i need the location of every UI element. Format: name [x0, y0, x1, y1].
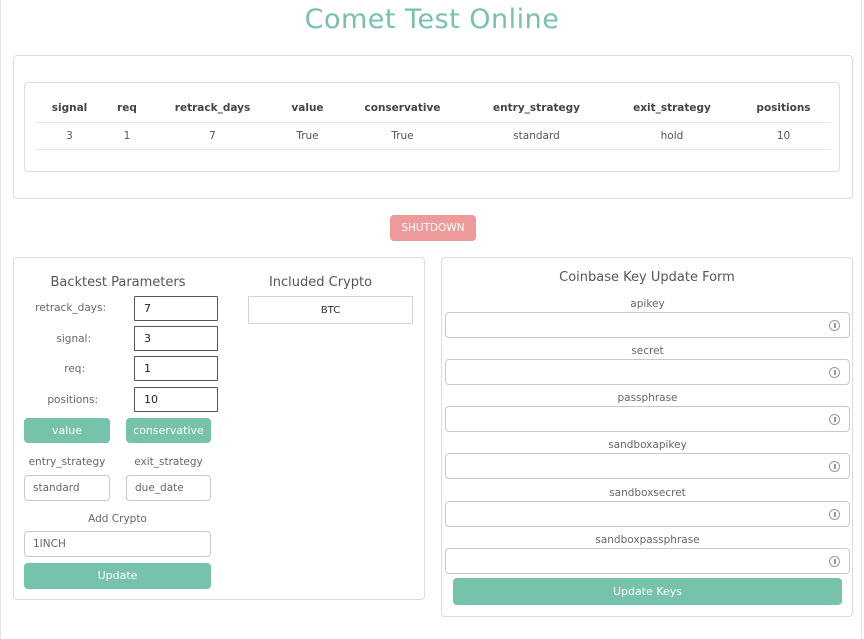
cell-value: True	[275, 121, 340, 150]
status-table: signal req retrack_days value conservati…	[35, 95, 831, 150]
sandbox-passphrase-input[interactable]	[445, 548, 850, 574]
coinbase-title: Coinbase Key Update Form	[559, 270, 735, 285]
col-retrack-days: retrack_days	[174, 102, 251, 115]
add-crypto-input[interactable]: 1INCH	[24, 531, 211, 557]
retrack-days-label: retrack_days:	[35, 302, 106, 314]
sandbox-passphrase-label: sandboxpassphrase	[595, 534, 700, 546]
status-table-card: signal req retrack_days value conservati…	[24, 82, 840, 172]
update-keys-button[interactable]: Update Keys	[453, 578, 842, 605]
passphrase-label: passphrase	[617, 392, 678, 404]
password-reveal-icon[interactable]	[829, 320, 840, 331]
secret-input[interactable]	[445, 359, 850, 385]
col-value: value	[291, 102, 324, 115]
sandbox-secret-label: sandboxsecret	[609, 487, 686, 499]
included-crypto-title: Included Crypto	[268, 275, 373, 290]
conservative-toggle-button[interactable]: conservative	[126, 418, 211, 443]
positions-label: positions:	[47, 394, 98, 406]
passphrase-input[interactable]	[445, 406, 850, 432]
retrack-days-input[interactable]: 7	[134, 296, 218, 321]
table-header-row: signal req retrack_days value conservati…	[35, 95, 831, 122]
col-entry-strategy: entry_strategy	[493, 102, 580, 115]
cell-signal: 3	[35, 121, 104, 150]
col-exit-strategy: exit_strategy	[633, 102, 711, 115]
col-conservative: conservative	[364, 102, 441, 115]
shutdown-button[interactable]: SHUTDOWN	[390, 215, 476, 241]
password-reveal-icon[interactable]	[829, 461, 840, 472]
sandbox-apikey-label: sandboxapikey	[608, 439, 687, 451]
cell-retrack-days: 7	[150, 121, 275, 150]
exit-strategy-label: exit_strategy	[134, 456, 203, 468]
sandbox-apikey-input[interactable]	[445, 453, 850, 479]
password-reveal-icon[interactable]	[829, 414, 840, 425]
col-signal: signal	[51, 102, 88, 115]
cell-req: 1	[104, 121, 150, 150]
secret-label: secret	[631, 345, 664, 357]
cell-entry-strategy: standard	[465, 121, 608, 150]
cell-conservative: True	[340, 121, 465, 150]
password-reveal-icon[interactable]	[829, 509, 840, 520]
positions-input[interactable]: 10	[134, 387, 218, 412]
add-crypto-label: Add Crypto	[88, 513, 147, 525]
exit-strategy-input[interactable]: due_date	[126, 475, 211, 501]
password-reveal-icon[interactable]	[829, 367, 840, 378]
entry-strategy-label: entry_strategy	[28, 456, 106, 468]
signal-input[interactable]: 3	[134, 326, 218, 351]
entry-strategy-input[interactable]: standard	[24, 475, 110, 501]
cell-exit-strategy: hold	[608, 121, 736, 150]
table-row: 3 1 7 True True standard hold 10	[35, 121, 831, 150]
included-crypto-item: BTC	[248, 296, 413, 324]
req-input[interactable]: 1	[134, 356, 218, 381]
password-reveal-icon[interactable]	[829, 556, 840, 567]
apikey-label: apikey	[630, 298, 665, 310]
value-toggle-button[interactable]: value	[24, 418, 110, 443]
req-label: req:	[64, 363, 85, 375]
signal-label: signal:	[56, 333, 91, 345]
col-positions: positions	[756, 102, 811, 115]
page-title: Comet Test Online	[304, 4, 560, 35]
col-req: req	[117, 102, 137, 115]
sandbox-secret-input[interactable]	[445, 501, 850, 527]
apikey-input[interactable]	[445, 312, 850, 338]
backtest-title: Backtest Parameters	[50, 275, 186, 290]
cell-positions: 10	[736, 121, 831, 150]
update-button[interactable]: Update	[24, 563, 211, 589]
